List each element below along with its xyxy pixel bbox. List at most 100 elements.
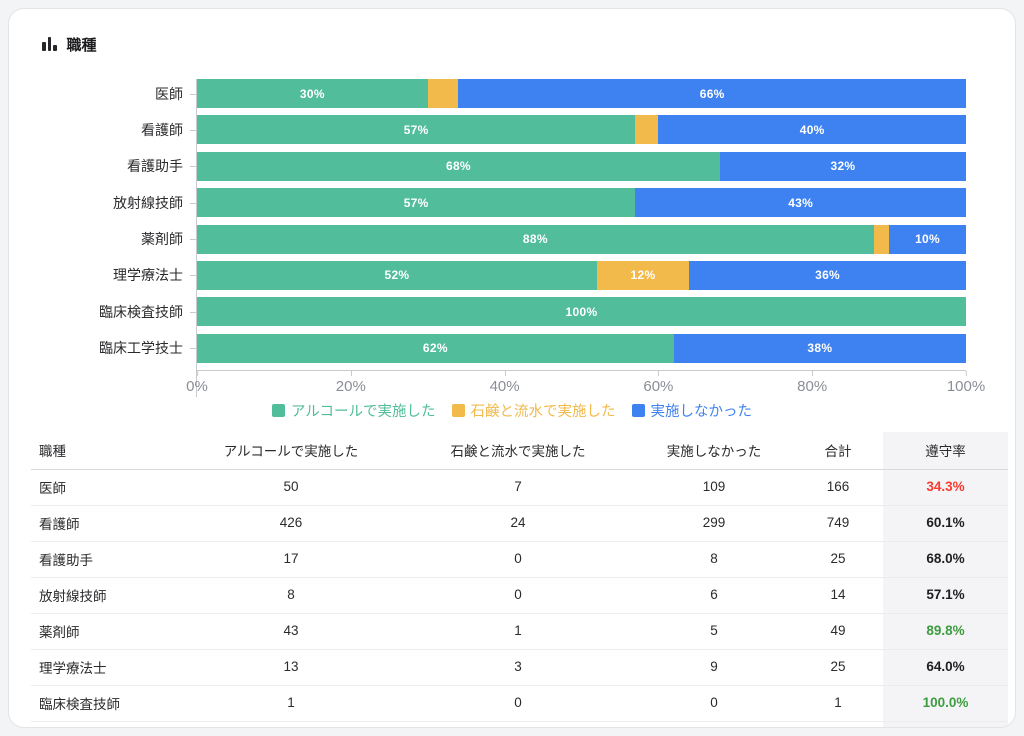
bar-segment[interactable]: 66% <box>458 79 966 108</box>
bar-rows: 30% 66% 57% 40% 68% 32% 57% 43% 88% 10% 52% 12% 36% 1… <box>190 79 966 363</box>
count-cell: 50 <box>181 469 401 506</box>
y-axis-label: 臨床工学技士 <box>99 340 183 357</box>
chart-legend: アルコールで実施した 石鹸と流水で実施した 実施しなかった <box>9 398 1015 424</box>
bar-value-label: 62% <box>422 341 448 356</box>
card-header: 職種 <box>9 33 1015 55</box>
chart-card: 職種 医師 看護師 看護助手 放射線技師 薬剤師 理学療法士 臨床検査技師 臨床工学技士 30… <box>8 8 1016 728</box>
bar-segment[interactable]: 30% <box>197 79 428 108</box>
count-cell: 299 <box>635 505 793 542</box>
bar-value-label: 66% <box>699 86 725 101</box>
count-cell: 109 <box>635 469 793 506</box>
table-column-header: アルコールで実施した <box>181 431 401 470</box>
bar-segment[interactable]: 38% <box>673 333 966 363</box>
bar-row: 52% 12% 36% <box>190 260 966 290</box>
bar-value-label: 12% <box>630 268 656 283</box>
table-column-header: 石鹸と流水で実施した <box>401 431 635 470</box>
legend-item[interactable]: アルコールで実施した <box>271 400 436 421</box>
bar-row: 88% 10% <box>190 224 966 254</box>
count-cell: 749 <box>793 505 883 542</box>
bar-row: 30% 66% <box>190 79 966 108</box>
bar-segment[interactable]: 62% <box>197 333 674 363</box>
bar-row: 100% <box>190 297 966 327</box>
compliance-rate-cell: 64.0% <box>883 649 1008 686</box>
compliance-rate-cell: 89.8% <box>883 613 1008 650</box>
bar-segment[interactable]: 32% <box>719 151 966 181</box>
table-row: 臨床検査技師 1 0 0 1 100.0% <box>31 685 1008 722</box>
y-axis-label: 看護師 <box>141 121 183 138</box>
table-row: 看護助手 17 0 8 25 68.0% <box>31 541 1008 578</box>
bar-value-label: 36% <box>815 268 841 283</box>
bar-segment[interactable]: 68% <box>197 151 720 181</box>
data-table: 職種 アルコールで実施した 石鹸と流水で実施した 実施しなかった 合計 遵守率 医師 50 7… <box>31 431 1008 727</box>
compliance-rate-cell: 68.0% <box>883 541 1008 578</box>
table-row: 薬剤師 43 1 5 49 89.8% <box>31 613 1008 650</box>
bar-row: 68% 32% <box>190 151 966 181</box>
count-cell: 9 <box>635 649 793 686</box>
bar-value-label: 52% <box>384 268 410 283</box>
compliance-rate-cell: 57.1% <box>883 577 1008 614</box>
occupation-cell: 理学療法士 <box>31 649 181 686</box>
bar-segment[interactable]: 52% <box>197 260 597 290</box>
bar-segment[interactable]: 40% <box>658 115 966 145</box>
bar-value-label: 43% <box>788 195 814 210</box>
bar-value-label: 57% <box>403 122 429 137</box>
x-axis-tick-label: 20% <box>336 370 366 395</box>
count-cell: 13 <box>181 649 401 686</box>
y-axis-label: 臨床検査技師 <box>99 303 183 320</box>
count-cell: 43 <box>181 613 401 650</box>
table-header-row: 職種 アルコールで実施した 石鹸と流水で実施した 実施しなかった 合計 遵守率 <box>31 431 1008 470</box>
bar-segment[interactable]: 36% <box>689 260 966 290</box>
count-cell: 1 <box>181 685 401 722</box>
bar-segment[interactable]: 100% <box>197 297 966 327</box>
count-cell: 14 <box>793 577 883 614</box>
legend-swatch <box>451 404 465 418</box>
legend-item[interactable]: 実施しなかった <box>631 400 753 421</box>
bar-segment[interactable]: 57% <box>197 115 636 145</box>
legend-swatch <box>271 404 285 418</box>
table-column-header: 実施しなかった <box>635 431 793 470</box>
legend-item[interactable]: 石鹸と流水で実施した <box>451 400 616 421</box>
x-axis: 0% 20% 40% 60% 80% 100% <box>186 369 985 397</box>
y-axis-labels: 医師 看護師 看護助手 放射線技師 薬剤師 理学療法士 臨床検査技師 臨床工学技士 <box>9 79 196 397</box>
x-axis-tick-label: 100% <box>947 370 985 395</box>
bar-value-label: 38% <box>807 341 833 356</box>
bar-value-label: 57% <box>403 195 429 210</box>
occupation-cell: 看護助手 <box>31 541 181 578</box>
bar-segment[interactable]: 43% <box>635 188 966 218</box>
count-cell: 0 <box>401 577 635 614</box>
bar-row: 57% 40% <box>190 115 966 145</box>
y-axis-label: 医師 <box>155 85 183 102</box>
table-column-header: 遵守率 <box>883 431 1008 470</box>
bar-segment[interactable]: 10% <box>889 224 966 254</box>
occupation-cell: 医師 <box>31 469 181 506</box>
bar-segment[interactable]: 12% <box>596 260 690 290</box>
count-cell: 0 <box>635 685 793 722</box>
y-axis-label: 理学療法士 <box>113 267 183 284</box>
bar-value-label: 88% <box>522 232 548 247</box>
count-cell: 166 <box>793 469 883 506</box>
bar-segment[interactable] <box>873 224 890 254</box>
count-cell: 0 <box>401 721 635 727</box>
count-cell: 1 <box>401 613 635 650</box>
x-axis-tick-label: 0% <box>186 370 208 395</box>
count-cell: 8 <box>635 541 793 578</box>
bar-segment[interactable] <box>427 79 459 108</box>
x-axis-tick-label: 40% <box>490 370 520 395</box>
count-cell: 24 <box>401 505 635 542</box>
bar-value-label: 68% <box>445 159 471 174</box>
count-cell: 426 <box>181 505 401 542</box>
bar-segment[interactable]: 88% <box>197 224 874 254</box>
table-column-header: 合計 <box>793 431 883 470</box>
bar-value-label: 30% <box>299 86 325 101</box>
bar-segment[interactable]: 57% <box>197 188 636 218</box>
count-cell: 5 <box>635 613 793 650</box>
count-cell: 0 <box>401 541 635 578</box>
bar-chart-icon <box>42 37 57 51</box>
bar-segment[interactable] <box>635 115 659 145</box>
count-cell: 6 <box>635 577 793 614</box>
table-column-header: 職種 <box>31 431 181 470</box>
y-axis-label: 放射線技師 <box>113 194 183 211</box>
legend-label: 石鹸と流水で実施した <box>470 404 616 421</box>
stacked-bar-chart: 医師 看護師 看護助手 放射線技師 薬剤師 理学療法士 臨床検査技師 臨床工学技士 30% 66… <box>9 79 1015 397</box>
legend-label: 実施しなかった <box>650 404 753 421</box>
